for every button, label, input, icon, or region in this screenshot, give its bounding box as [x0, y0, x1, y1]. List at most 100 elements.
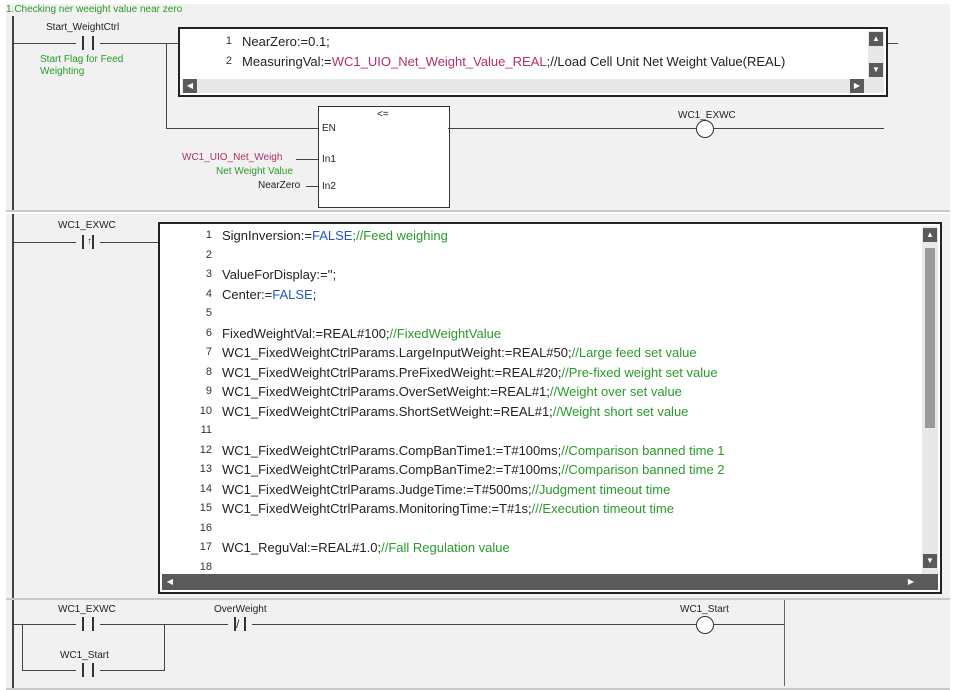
code-token: MeasuringVal:= — [242, 53, 332, 69]
wire — [100, 670, 164, 671]
fb-pin-in1: In1 — [322, 154, 336, 165]
line-number: 3 — [205, 268, 212, 280]
code-line[interactable]: 4 Center:= FALSE; — [168, 285, 725, 305]
function-block-le[interactable]: <= EN In1 In2 — [318, 106, 450, 208]
contact-wc1-exwc-rising[interactable]: ↑ — [76, 235, 100, 249]
code-line[interactable]: 17 WC1_ReguVal:=REAL#1.0;//Fall Regulatio… — [168, 538, 725, 558]
left-power-rail — [12, 16, 14, 210]
wire — [166, 43, 167, 128]
wire — [22, 624, 23, 671]
code-line[interactable]: 6 FixedWeightVal:=REAL#100;//FixedWeightV… — [168, 324, 725, 344]
wire — [888, 43, 898, 44]
code-line[interactable]: 14 WC1_FixedWeightCtrlParams.JudgeTime:=T… — [168, 480, 725, 500]
code-token: ValueForDisplay:=''; — [222, 267, 337, 282]
line-number: 5 — [205, 307, 212, 319]
code-line[interactable]: 9 WC1_FixedWeightCtrlParams.OverSetWeight… — [168, 382, 725, 402]
code-token: ///Execution timeout time — [531, 501, 674, 516]
contact-start-weightctrl-label: Start_WeightCtrl — [46, 22, 120, 33]
code-line[interactable]: 1 SignInversion:= FALSE ;//Feed weighing — [168, 226, 725, 246]
wire — [296, 159, 318, 160]
code-line[interactable]: 1 NearZero:=0.1; — [188, 32, 785, 52]
in2-variable[interactable]: NearZero — [258, 180, 300, 191]
in1-variable[interactable]: WC1_UIO_Net_Weigh — [182, 152, 282, 163]
line-number: 1 — [225, 35, 232, 47]
code-token: //Weight short set value — [552, 403, 689, 419]
code-token: //Pre-fixed weight set value — [561, 364, 718, 380]
code-token: WC1_FixedWeightCtrlParams.LargeInputWeig… — [222, 345, 572, 360]
code-token: ;//Feed weighing — [352, 228, 448, 243]
code-line[interactable]: 8 WC1_FixedWeightCtrlParams.PreFixedWeigh… — [168, 363, 725, 383]
code-token: Center:= — [222, 286, 273, 302]
wire — [306, 186, 318, 187]
right-power-rail — [784, 600, 785, 686]
contact-wc1-exwc-label: WC1_EXWC — [58, 220, 116, 231]
line-number: 11 — [200, 424, 212, 436]
code-token: //Weight over set value — [549, 384, 682, 399]
code-token: SignInversion:= — [222, 228, 312, 243]
code-token: WC1_FixedWeightCtrlParams.ShortSetWeight… — [222, 403, 553, 419]
line-number: 12 — [199, 443, 212, 456]
horizontal-scrollbar[interactable] — [162, 574, 938, 590]
code-token: //Comparison banned time 1 — [561, 442, 725, 458]
code-token: WC1_ReguVal:=REAL#1.0; — [222, 540, 382, 555]
contact-overweight-nc[interactable]: / — [228, 617, 252, 631]
code-line[interactable]: 16 — [168, 519, 725, 539]
wire — [14, 624, 76, 625]
contact-start-weightctrl[interactable] — [76, 36, 100, 50]
scroll-down-icon[interactable]: ▼ — [923, 554, 937, 568]
line-number: 2 — [225, 54, 232, 67]
horizontal-scrollbar[interactable] — [182, 79, 884, 93]
in1-comment: Net Weight Value — [216, 166, 293, 177]
scroll-left-icon[interactable]: ◀ — [183, 79, 197, 93]
contact-wc1-exwc-3[interactable] — [76, 617, 100, 631]
wire — [100, 43, 180, 44]
code-token: FALSE — [272, 286, 313, 302]
code-line[interactable]: 3 ValueForDisplay:=''; — [168, 265, 725, 285]
fb-title: <= — [377, 109, 389, 120]
wire — [252, 624, 696, 625]
line-number: 13 — [199, 463, 212, 475]
scroll-right-icon[interactable]: ▶ — [850, 79, 864, 93]
wire — [14, 242, 76, 243]
scroll-thumb[interactable] — [925, 248, 935, 428]
line-number: 1 — [205, 229, 212, 241]
st-editor-2[interactable]: 1 SignInversion:= FALSE ;//Feed weighing 2 3 V… — [158, 222, 942, 594]
code-line[interactable]: 10 WC1_FixedWeightCtrlParams.ShortSetWeig… — [168, 402, 725, 422]
code-token: NearZero:=0.1; — [242, 34, 330, 49]
left-power-rail — [12, 214, 14, 598]
code-token: WC1_FixedWeightCtrlParams.CompBanTime1:=… — [222, 442, 562, 458]
scroll-up-icon[interactable]: ▲ — [869, 32, 883, 46]
scroll-left-icon[interactable]: ◀ — [163, 575, 177, 589]
code-line[interactable]: 15 WC1_FixedWeightCtrlParams.MonitoringTi… — [168, 499, 725, 519]
fb-pin-in2: In2 — [322, 181, 336, 192]
line-number: 6 — [205, 326, 212, 339]
st-editor-1[interactable]: 1 NearZero:=0.1; 2 MeasuringVal:= WC1_UIO_Ne… — [178, 27, 888, 97]
code-line[interactable]: 7 WC1_FixedWeightCtrlParams.LargeInputWei… — [168, 343, 725, 363]
code-line[interactable]: 11 — [168, 421, 725, 441]
code-token: FALSE — [311, 228, 353, 243]
code-line[interactable]: 5 — [168, 304, 725, 324]
scroll-down-icon[interactable]: ▼ — [869, 63, 883, 77]
scroll-up-icon[interactable]: ▲ — [923, 228, 937, 242]
code-token: WC1_FixedWeightCtrlParams.MonitoringTime… — [222, 501, 532, 516]
contact-wc1-exwc-label-3: WC1_EXWC — [58, 604, 116, 615]
scroll-right-icon[interactable]: ▶ — [904, 575, 918, 589]
code-line[interactable]: 12 WC1_FixedWeightCtrlParams.CompBanTime1… — [168, 441, 725, 461]
line-number: 2 — [205, 248, 212, 261]
code-token: FixedWeightVal:=REAL#100; — [222, 325, 390, 341]
coil-wc1-start[interactable] — [696, 616, 714, 634]
wire — [164, 624, 165, 671]
code-line[interactable]: 2 MeasuringVal:= WC1_UIO_Net_Weight_Value_… — [188, 52, 785, 72]
line-number: 10 — [199, 404, 212, 417]
code-token: WC1_FixedWeightCtrlParams.PreFixedWeight… — [222, 364, 562, 380]
code-line[interactable]: 13 WC1_FixedWeightCtrlParams.CompBanTime2… — [168, 460, 725, 480]
code-token: ;//Load Cell Unit Net Weight Value(REAL) — [546, 53, 786, 69]
contact-wc1-start[interactable] — [76, 663, 100, 677]
coil-wc1-exwc[interactable] — [696, 120, 714, 138]
code-line[interactable]: 2 — [168, 246, 725, 266]
code-token: WC1_FixedWeightCtrlParams.CompBanTime2:=… — [222, 462, 562, 477]
left-power-rail — [12, 600, 14, 688]
code-token: //Large feed set value — [571, 345, 697, 360]
code-token: WC1_UIO_Net_Weight_Value_REAL — [331, 53, 547, 69]
fb-pin-en: EN — [322, 123, 336, 134]
